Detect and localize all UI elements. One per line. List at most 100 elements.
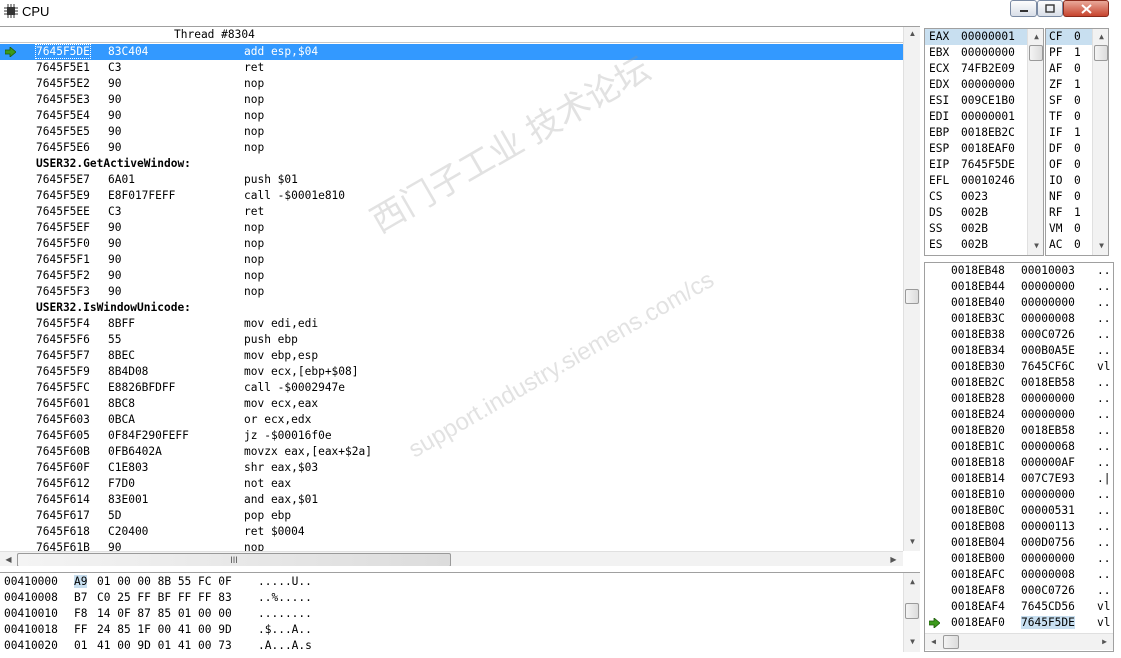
stack-row[interactable]: 0018EB18 000000AF.. [925, 455, 1113, 471]
flag-row[interactable]: NF 0 [1046, 189, 1092, 205]
flag-row[interactable]: TF 0 [1046, 109, 1092, 125]
disasm-line[interactable]: 7645F5EE C3 ret [0, 204, 903, 220]
register-row[interactable]: EBP 0018EB2C [925, 125, 1029, 141]
disasm-line[interactable]: 7645F601 8BC8 mov ecx,eax [0, 396, 903, 412]
flag-row[interactable]: OF 0 [1046, 157, 1092, 173]
disasm-line[interactable]: 7645F614 83E001 and eax,$01 [0, 492, 903, 508]
scroll-thumb[interactable] [905, 603, 919, 619]
disasm-line[interactable]: 7645F5E1 C3 ret [0, 60, 903, 76]
scroll-thumb[interactable] [1094, 45, 1108, 61]
scroll-down-arrow-icon[interactable]: ▼ [1028, 239, 1043, 253]
disasm-line[interactable]: 7645F618 C20400 ret $0004 [0, 524, 903, 540]
stack-row[interactable]: 0018EB10 00000000.. [925, 487, 1113, 503]
dump-vscrollbar[interactable]: ▲ ▼ [903, 573, 920, 652]
stack-row[interactable]: 0018EB38 000C0726.. [925, 327, 1113, 343]
disasm-line[interactable]: 7645F605 0F84F290FEFF jz -$00016f0e [0, 428, 903, 444]
register-row[interactable]: ECX 74FB2E09 [925, 61, 1029, 77]
stack-row[interactable]: 0018EB1C 00000068.. [925, 439, 1113, 455]
stack-row[interactable]: 0018EB2C 0018EB58.. [925, 375, 1113, 391]
disasm-line[interactable]: 7645F5E9 E8F017FEFF call -$0001e810 [0, 188, 903, 204]
stack-row[interactable]: 0018EB00 00000000.. [925, 551, 1113, 567]
memory-dump-pane[interactable]: 00410000 A9 01 00 00 8B 55 FC 0F .....U.. 00… [0, 572, 920, 652]
flag-row[interactable]: IF 1 [1046, 125, 1092, 141]
stack-hscrollbar[interactable]: ◀ ▶ [925, 633, 1113, 650]
flags-pane[interactable]: CF 0 PF 1 AF 0 ZF 1 SF 0 TF 0 IF 1 DF 0 OF 0 IO 0 NF 0 RF 1 VM 0 A… [1045, 28, 1109, 256]
flag-row[interactable]: AC 0 [1046, 237, 1092, 253]
disasm-line[interactable]: 7645F5E5 90 nop [0, 124, 903, 140]
disasm-line[interactable]: 7645F5DE 83C404 add esp,$04 [0, 44, 903, 60]
stack-row[interactable]: 0018EB08 00000113.. [925, 519, 1113, 535]
stack-row[interactable]: 0018EB04 000D0756.. [925, 535, 1113, 551]
scroll-right-arrow-icon[interactable]: ▶ [1096, 635, 1113, 649]
stack-row[interactable]: 0018EB28 00000000.. [925, 391, 1113, 407]
stack-row[interactable]: 0018EB40 00000000.. [925, 295, 1113, 311]
disasm-line[interactable]: 7645F60B 0FB6402A movzx eax,[eax+$2a] [0, 444, 903, 460]
disasm-line[interactable]: 7645F5F2 90 nop [0, 268, 903, 284]
hscroll-thumb[interactable] [943, 635, 959, 649]
scroll-up-arrow-icon[interactable]: ▲ [904, 575, 920, 589]
scroll-thumb[interactable] [1029, 45, 1043, 61]
disasm-label-row[interactable]: USER32.GetActiveWindow: [0, 156, 903, 172]
register-row[interactable]: EDI 00000001 [925, 109, 1029, 125]
stack-row[interactable]: 0018EAFC 00000008.. [925, 567, 1113, 583]
register-row[interactable]: DS 002B [925, 205, 1029, 221]
flag-row[interactable]: VM 0 [1046, 221, 1092, 237]
register-row[interactable]: ES 002B [925, 237, 1029, 253]
stack-pane[interactable]: 0018EB48 00010003.. 0018EB44 00000000.. 0018… [924, 262, 1114, 652]
disasm-line[interactable]: 7645F5F7 8BEC mov ebp,esp [0, 348, 903, 364]
disassembly-pane[interactable]: Thread #8304 7645F5DE 83C404 add esp,$04 76… [0, 26, 920, 566]
scroll-left-arrow-icon[interactable]: ◀ [925, 635, 942, 649]
flag-row[interactable]: SF 0 [1046, 93, 1092, 109]
disassembly-hscrollbar[interactable]: ◀ III ▶ [0, 551, 903, 566]
register-row[interactable]: CS 0023 [925, 189, 1029, 205]
register-row[interactable]: EFL 00010246 [925, 173, 1029, 189]
disasm-line[interactable]: 7645F5F4 8BFF mov edi,edi [0, 316, 903, 332]
disasm-line[interactable]: 7645F5F9 8B4D08 mov ecx,[ebp+$08] [0, 364, 903, 380]
scroll-left-arrow-icon[interactable]: ◀ [0, 553, 17, 566]
minimize-button[interactable] [1010, 0, 1037, 17]
flag-row[interactable]: ZF 1 [1046, 77, 1092, 93]
scroll-down-arrow-icon[interactable]: ▼ [904, 635, 920, 649]
scroll-up-arrow-icon[interactable]: ▲ [1028, 30, 1043, 44]
flag-row[interactable]: RF 1 [1046, 205, 1092, 221]
dump-row[interactable]: 00410008 B7 C0 25 FF BF FF FF 83..%..... [0, 589, 903, 605]
disasm-line[interactable]: 7645F5E7 6A01 push $01 [0, 172, 903, 188]
disasm-line[interactable]: 7645F5E2 90 nop [0, 76, 903, 92]
registers-pane[interactable]: EAX 00000001 EBX 00000000 ECX 74FB2E09 EDX 0000… [924, 28, 1044, 256]
dump-row[interactable]: 00410010 F8 14 0F 87 85 01 00 00........ [0, 605, 903, 621]
disasm-line[interactable]: 7645F612 F7D0 not eax [0, 476, 903, 492]
close-button[interactable] [1063, 0, 1109, 17]
disasm-line[interactable]: 7645F5E4 90 nop [0, 108, 903, 124]
stack-row[interactable]: 0018EAF8 000C0726.. [925, 583, 1113, 599]
flag-row[interactable]: IO 0 [1046, 173, 1092, 189]
scroll-right-arrow-icon[interactable]: ▶ [885, 553, 902, 566]
scroll-up-arrow-icon[interactable]: ▲ [904, 27, 920, 41]
scroll-down-arrow-icon[interactable]: ▼ [904, 535, 920, 549]
disasm-line[interactable]: 7645F5F0 90 nop [0, 236, 903, 252]
flag-row[interactable]: DF 0 [1046, 141, 1092, 157]
disassembly-vscrollbar[interactable]: ▲ ▼ [903, 27, 920, 551]
disasm-label-row[interactable]: USER32.IsWindowUnicode: [0, 300, 903, 316]
hscroll-thumb[interactable]: III [17, 553, 451, 566]
stack-row[interactable]: 0018EB3C 00000008.. [925, 311, 1113, 327]
stack-row[interactable]: 0018EB34 000B0A5E.. [925, 343, 1113, 359]
register-row[interactable]: ESP 0018EAF0 [925, 141, 1029, 157]
disasm-line[interactable]: 7645F60F C1E803 shr eax,$03 [0, 460, 903, 476]
flags-vscrollbar[interactable]: ▲ ▼ [1092, 29, 1108, 255]
register-row[interactable]: EBX 00000000 [925, 45, 1029, 61]
disasm-line[interactable]: 7645F5EF 90 nop [0, 220, 903, 236]
registers-vscrollbar[interactable]: ▲ ▼ [1027, 29, 1043, 255]
stack-row[interactable]: 0018EB30 7645CF6C vl [925, 359, 1113, 375]
dump-row[interactable]: 00410000 A9 01 00 00 8B 55 FC 0F .....U.. [0, 573, 903, 589]
stack-row[interactable]: 0018EB24 00000000.. [925, 407, 1113, 423]
register-row[interactable]: EAX 00000001 [925, 29, 1029, 45]
scroll-down-arrow-icon[interactable]: ▼ [1093, 239, 1108, 253]
stack-row[interactable]: 0018EB48 00010003.. [925, 263, 1113, 279]
flag-row[interactable]: PF 1 [1046, 45, 1092, 61]
dump-row[interactable]: 00410018 FF 24 85 1F 00 41 00 9D .$...A.. [0, 621, 903, 637]
disasm-line[interactable]: 7645F5F6 55 push ebp [0, 332, 903, 348]
maximize-button[interactable] [1037, 0, 1063, 17]
flag-row[interactable]: CF 0 [1046, 29, 1092, 45]
register-row[interactable]: EDX 00000000 [925, 77, 1029, 93]
stack-row[interactable]: 0018EAF4 7645CD56 vl [925, 599, 1113, 615]
